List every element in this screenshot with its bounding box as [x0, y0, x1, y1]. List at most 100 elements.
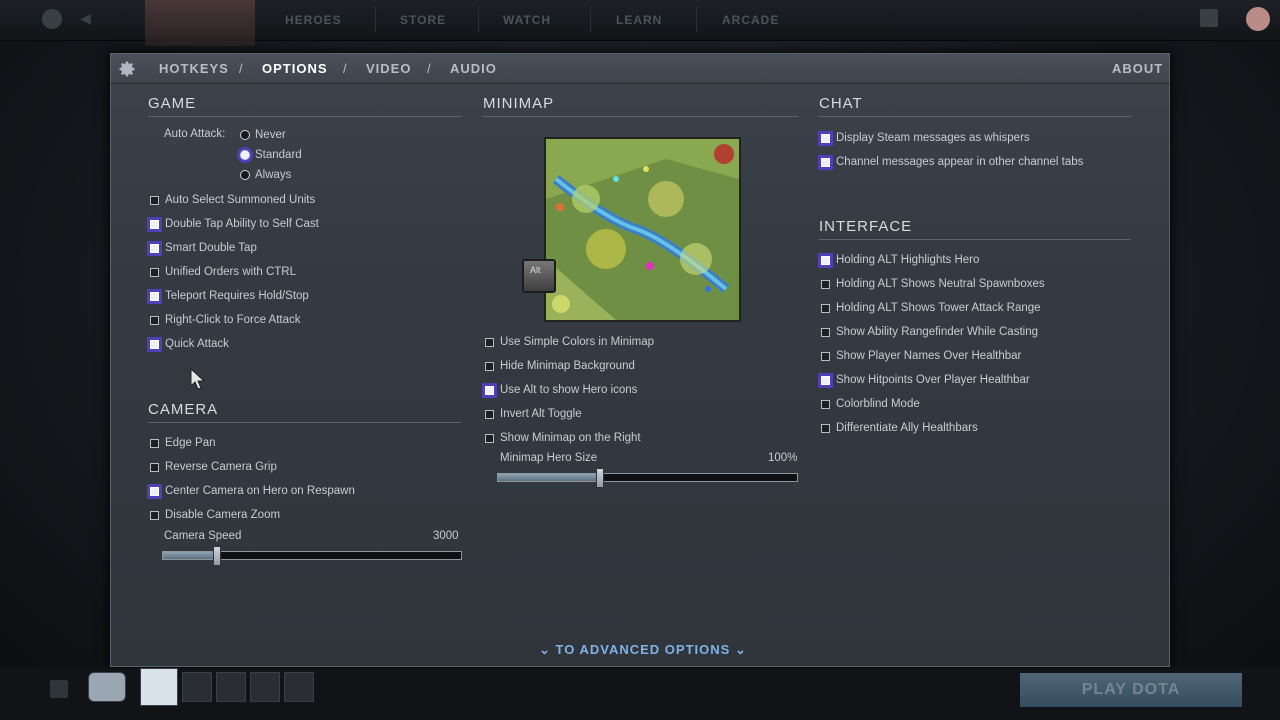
edge-pan-checkbox[interactable]: Edge Pan — [150, 434, 216, 452]
party-slot[interactable] — [88, 672, 126, 702]
checkbox[interactable] — [485, 337, 494, 347]
checkbox[interactable] — [150, 438, 159, 448]
nav-learn[interactable]: LEARN — [616, 13, 662, 27]
minimap-preview — [544, 137, 741, 322]
checkbox[interactable] — [821, 327, 830, 337]
alt-tower-attack-range-checkbox[interactable]: Holding ALT Shows Tower Attack Range — [821, 299, 1041, 317]
ability-rangefinder-checkbox[interactable]: Show Ability Rangefinder While Casting — [821, 323, 1038, 341]
checkbox[interactable] — [821, 399, 830, 409]
channel-messages-other-tabs-checkbox[interactable]: Channel messages appear in other channel… — [821, 153, 1083, 171]
colorblind-mode-checkbox[interactable]: Colorblind Mode — [821, 395, 920, 413]
checkbox[interactable] — [150, 510, 159, 520]
camera-speed-value: 3000 — [433, 530, 459, 542]
player-names-healthbar-checkbox[interactable]: Show Player Names Over Healthbar — [821, 347, 1021, 365]
tab-audio[interactable]: AUDIO — [450, 61, 497, 76]
checkbox[interactable] — [485, 385, 494, 395]
invert-alt-toggle-checkbox[interactable]: Invert Alt Toggle — [485, 405, 582, 423]
differentiate-ally-healthbars-checkbox[interactable]: Differentiate Ally Healthbars — [821, 419, 978, 437]
minimap-section-title: MINIMAP — [483, 95, 555, 112]
checkbox[interactable] — [821, 133, 830, 143]
checkbox-label: Disable Camera Zoom — [165, 509, 281, 521]
alt-hero-icons-checkbox[interactable]: Use Alt to show Hero icons — [485, 381, 637, 399]
auto-attack-never-radio[interactable]: Never — [240, 126, 286, 144]
unified-orders-checkbox[interactable]: Unified Orders with CTRL — [150, 263, 296, 281]
double-tap-self-cast-checkbox[interactable]: Double Tap Ability to Self Cast — [150, 215, 319, 233]
checkbox[interactable] — [485, 433, 494, 443]
checkbox[interactable] — [485, 409, 494, 419]
hide-minimap-background-checkbox[interactable]: Hide Minimap Background — [485, 357, 635, 375]
center-camera-respawn-checkbox[interactable]: Center Camera on Hero on Respawn — [150, 482, 355, 500]
party-slot[interactable] — [182, 672, 212, 702]
chat-icon[interactable] — [50, 680, 68, 698]
reverse-camera-grip-checkbox[interactable]: Reverse Camera Grip — [150, 458, 277, 476]
checkbox-label: Double Tap Ability to Self Cast — [165, 218, 319, 230]
right-click-force-attack-checkbox[interactable]: Right-Click to Force Attack — [150, 311, 300, 329]
quick-attack-checkbox[interactable]: Quick Attack — [150, 335, 229, 353]
party-slot[interactable] — [250, 672, 280, 702]
friends-icon[interactable] — [1200, 9, 1218, 27]
camera-section-title: CAMERA — [148, 401, 219, 418]
slider-handle[interactable] — [212, 546, 221, 566]
checkbox[interactable] — [821, 423, 830, 433]
auto-select-summoned-checkbox[interactable]: Auto Select Summoned Units — [150, 191, 315, 209]
nav-arcade[interactable]: ARCADE — [722, 13, 779, 27]
party-slot[interactable] — [284, 672, 314, 702]
nav-watch[interactable]: WATCH — [503, 13, 551, 27]
teleport-hold-stop-checkbox[interactable]: Teleport Requires Hold/Stop — [150, 287, 309, 305]
smart-double-tap-checkbox[interactable]: Smart Double Tap — [150, 239, 257, 257]
checkbox-label: Use Alt to show Hero icons — [500, 384, 638, 396]
radio-button[interactable] — [240, 130, 250, 140]
checkbox[interactable] — [150, 195, 159, 205]
checkbox[interactable] — [821, 375, 830, 385]
checkbox[interactable] — [821, 157, 830, 167]
checkbox-label: Right-Click to Force Attack — [165, 314, 301, 326]
checkbox[interactable] — [150, 339, 159, 349]
checkbox[interactable] — [150, 243, 159, 253]
checkbox[interactable] — [150, 291, 159, 301]
tab-video[interactable]: VIDEO — [366, 61, 411, 76]
advanced-options-link[interactable]: ⌄ TO ADVANCED OPTIONS ⌄ — [539, 642, 747, 658]
checkbox[interactable] — [821, 279, 830, 289]
checkbox[interactable] — [150, 219, 159, 229]
back-arrow-icon[interactable]: ◀ — [80, 10, 100, 30]
checkbox[interactable] — [150, 486, 159, 496]
settings-icon[interactable] — [42, 9, 62, 29]
auto-attack-standard-radio[interactable]: Standard — [240, 146, 302, 164]
minimap-on-right-checkbox[interactable]: Show Minimap on the Right — [485, 429, 641, 447]
nav-store[interactable]: STORE — [400, 13, 446, 27]
checkbox-label: Holding ALT Shows Neutral Spawnboxes — [836, 278, 1045, 290]
alt-neutral-spawnboxes-checkbox[interactable]: Holding ALT Shows Neutral Spawnboxes — [821, 275, 1045, 293]
steam-messages-whispers-checkbox[interactable]: Display Steam messages as whispers — [821, 129, 1030, 147]
party-slot[interactable] — [216, 672, 246, 702]
party-avatar[interactable] — [140, 668, 178, 706]
checkbox-label: Teleport Requires Hold/Stop — [165, 290, 309, 302]
checkbox[interactable] — [150, 315, 159, 325]
featured-hero-thumbnail[interactable] — [145, 0, 255, 46]
checkbox[interactable] — [821, 351, 830, 361]
checkbox[interactable] — [821, 255, 830, 265]
play-dota-button[interactable]: PLAY DOTA — [1020, 673, 1242, 707]
avatar[interactable] — [1246, 7, 1270, 31]
tab-options[interactable]: OPTIONS — [262, 61, 328, 76]
camera-speed-slider[interactable] — [162, 546, 462, 566]
checkbox[interactable] — [150, 267, 159, 277]
alt-highlights-hero-checkbox[interactable]: Holding ALT Highlights Hero — [821, 251, 979, 269]
simple-colors-checkbox[interactable]: Use Simple Colors in Minimap — [485, 333, 654, 351]
checkbox[interactable] — [485, 361, 494, 371]
nav-heroes[interactable]: HEROES — [285, 13, 342, 27]
checkbox[interactable] — [150, 462, 159, 472]
radio-button[interactable] — [240, 150, 250, 160]
hitpoints-healthbar-checkbox[interactable]: Show Hitpoints Over Player Healthbar — [821, 371, 1030, 389]
radio-label: Standard — [255, 149, 302, 161]
chevron-down-icon: ⌄ — [734, 642, 747, 657]
slider-handle[interactable] — [595, 468, 604, 488]
disable-camera-zoom-checkbox[interactable]: Disable Camera Zoom — [150, 506, 280, 524]
checkbox[interactable] — [821, 303, 830, 313]
tab-hotkeys[interactable]: HOTKEYS — [159, 61, 229, 76]
minimap-hero-size-slider[interactable] — [497, 468, 798, 488]
auto-attack-always-radio[interactable]: Always — [240, 166, 291, 184]
tab-about[interactable]: ABOUT — [1112, 61, 1163, 76]
radio-button[interactable] — [240, 170, 250, 180]
gear-icon[interactable] — [116, 59, 138, 79]
mouse-cursor-icon — [190, 368, 206, 390]
